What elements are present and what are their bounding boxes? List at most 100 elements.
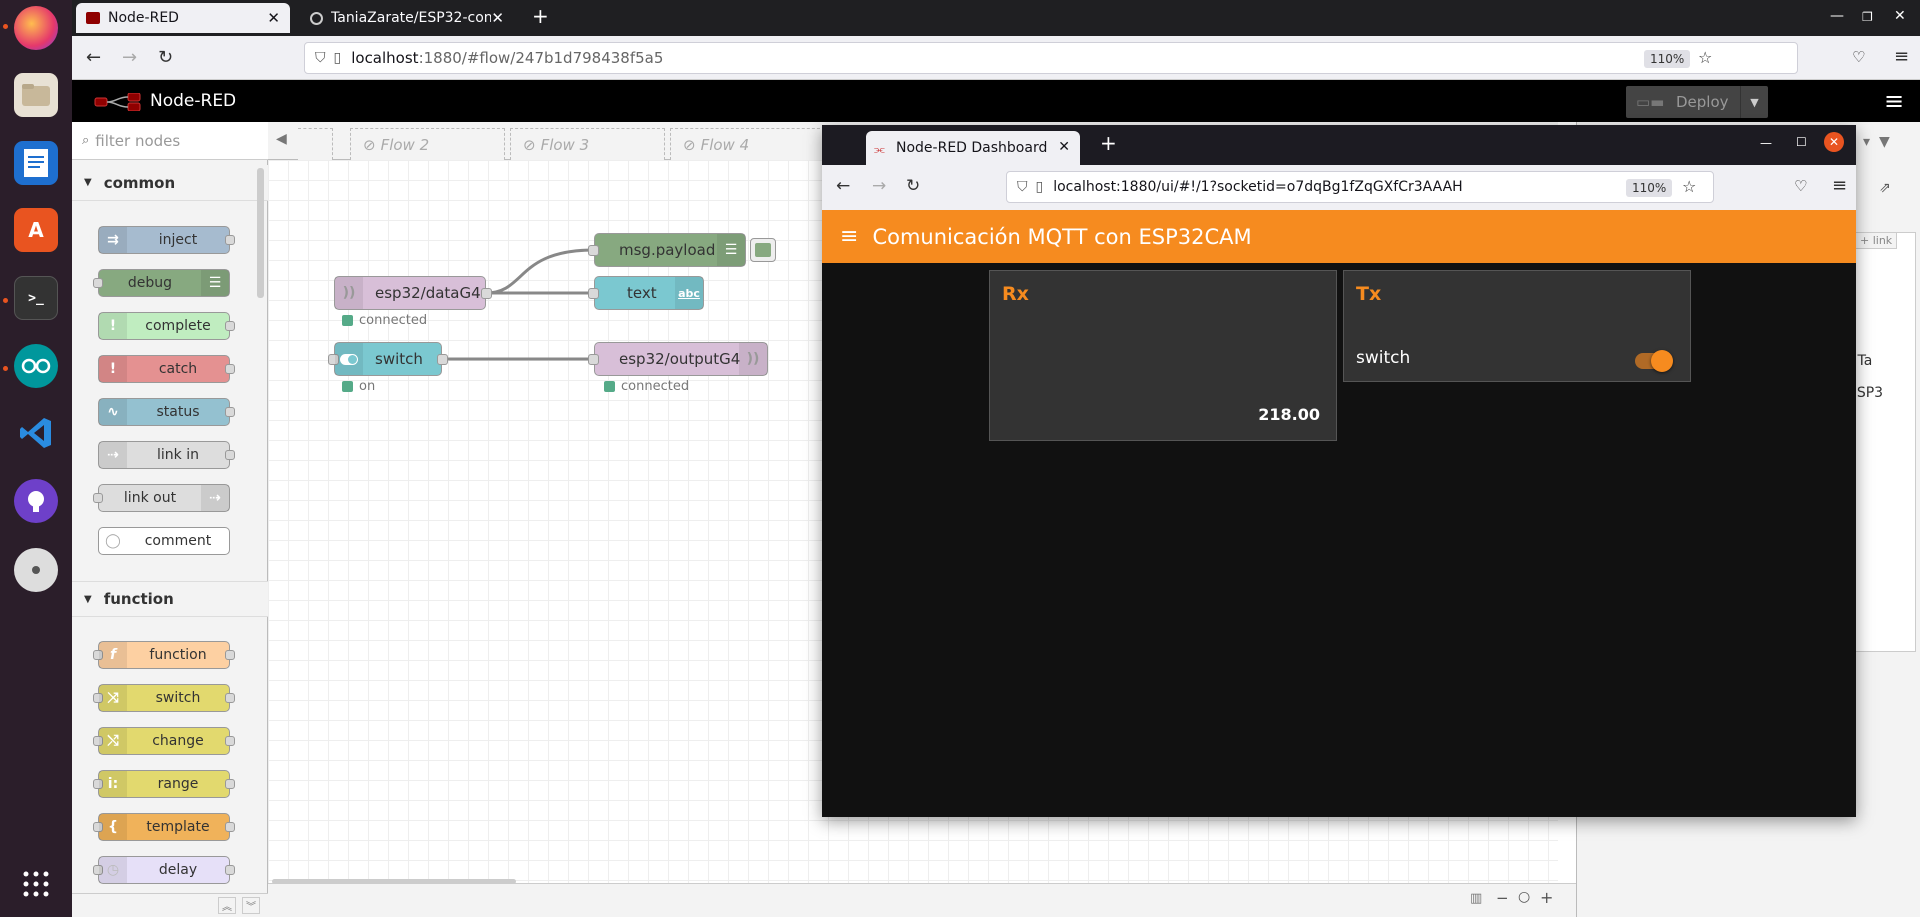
tab-hidden[interactable] — [298, 128, 333, 160]
disc-icon[interactable] — [14, 548, 58, 592]
external-link-icon[interactable]: ⇗ — [1879, 180, 1891, 196]
zoom-reset-icon[interactable]: ○ — [1518, 889, 1530, 905]
palette-node-link-out[interactable]: link out ⇢ — [93, 484, 230, 512]
url-bar[interactable]: ⛉ ▯ localhost:1880/#flow/247b1d798438f5a… — [304, 42, 1798, 74]
arduino-icon[interactable] — [14, 344, 58, 388]
minimize-icon[interactable]: — — [1830, 8, 1844, 24]
link-button[interactable]: + link — [1855, 232, 1898, 249]
input-port[interactable] — [93, 278, 103, 288]
libreoffice-writer-icon[interactable] — [14, 141, 58, 185]
software-center-icon[interactable]: A — [14, 208, 58, 252]
zoom-indicator[interactable]: 110% — [1626, 179, 1673, 197]
close-tab-icon[interactable]: ✕ — [1058, 139, 1070, 155]
zoom-indicator[interactable]: 110% — [1644, 50, 1691, 68]
back-icon[interactable]: ← — [836, 176, 850, 196]
tx-switch-toggle[interactable] — [1635, 350, 1673, 372]
back-icon[interactable]: ← — [86, 47, 101, 68]
input-port[interactable] — [93, 493, 103, 503]
sidebar-dropdown-icon[interactable]: ▾ — [1863, 134, 1870, 150]
output-port[interactable] — [225, 822, 235, 832]
palette-node-change[interactable]: ⤭ change — [93, 727, 235, 755]
deploy-button[interactable]: ▭▬ Deploy ▼ — [1626, 86, 1768, 118]
expand-all-icon[interactable]: ︾ — [242, 897, 260, 914]
input-port[interactable] — [588, 354, 599, 365]
output-port[interactable] — [225, 364, 235, 374]
input-port[interactable] — [588, 245, 599, 256]
output-port[interactable] — [225, 321, 235, 331]
tab-node-red-dashboard[interactable]: ⫘ Node-RED Dashboard ✕ — [866, 131, 1080, 165]
restore-icon[interactable]: ❐ — [1862, 10, 1873, 24]
close-window-icon[interactable]: ✕ — [1824, 132, 1844, 152]
bookmark-star-icon[interactable]: ☆ — [1682, 177, 1696, 196]
close-tab-icon[interactable]: ✕ — [491, 9, 504, 27]
output-port[interactable] — [225, 407, 235, 417]
palette-node-complete[interactable]: ! complete — [98, 312, 235, 340]
flow-tab-3[interactable]: ⊘ Flow 3 — [510, 128, 665, 160]
close-window-icon[interactable]: ✕ — [1894, 8, 1906, 24]
deploy-dropdown-icon[interactable]: ▼ — [1740, 86, 1768, 118]
github-icon[interactable] — [14, 479, 58, 523]
close-tab-icon[interactable]: ✕ — [267, 9, 280, 27]
output-port[interactable] — [225, 865, 235, 875]
collapse-all-icon[interactable]: ︽ — [218, 897, 236, 914]
input-port[interactable] — [588, 288, 599, 299]
palette-node-function[interactable]: f function — [93, 641, 235, 669]
terminal-icon[interactable]: >_ — [14, 276, 58, 320]
new-tab-icon[interactable]: + — [1100, 131, 1117, 155]
output-port[interactable] — [225, 650, 235, 660]
palette-node-switch[interactable]: ⤨ switch — [93, 684, 235, 712]
zoom-out-icon[interactable]: − — [1496, 889, 1509, 907]
palette-node-link-in[interactable]: ⇢ link in — [98, 441, 235, 469]
sidebar-menu-icon[interactable]: ▼ — [1879, 134, 1890, 150]
bookmark-star-icon[interactable]: ☆ — [1698, 48, 1712, 67]
navigator-icon[interactable]: ▥ — [1470, 891, 1482, 906]
dashboard-menu-icon[interactable]: ≡ — [840, 224, 858, 249]
flow-node-debug[interactable]: msg.payload ☰ — [588, 233, 746, 267]
reload-icon[interactable]: ↻ — [906, 176, 920, 196]
output-port[interactable] — [481, 288, 492, 299]
output-port[interactable] — [225, 235, 235, 245]
flow-node-text[interactable]: text abc — [588, 276, 704, 310]
maximize-icon[interactable]: ☐ — [1796, 135, 1807, 149]
scroll-left-icon[interactable]: ◀ — [276, 131, 287, 147]
palette-node-template[interactable]: { template — [93, 813, 235, 841]
output-port[interactable] — [225, 693, 235, 703]
tab-node-red[interactable]: Node-RED ✕ — [76, 3, 290, 33]
dashboard-url-bar[interactable]: ⛉ ▯ localhost:1880/ui/#!/1?socketid=o7dq… — [1006, 171, 1714, 203]
palette-scrollbar[interactable] — [257, 168, 264, 298]
flow-node-switch[interactable]: switch — [328, 342, 448, 376]
palette-node-inject[interactable]: ⇉ inject — [98, 226, 235, 254]
firefox-icon[interactable] — [14, 6, 58, 50]
flow-tab-4[interactable]: ⊘ Flow 4 — [670, 128, 825, 160]
reload-icon[interactable]: ↻ — [158, 47, 173, 68]
new-tab-icon[interactable]: + — [532, 4, 549, 28]
show-apps-icon[interactable] — [14, 862, 58, 906]
main-menu-icon[interactable]: ≡ — [1884, 87, 1904, 115]
files-icon[interactable] — [14, 73, 58, 117]
minimize-icon[interactable]: — — [1760, 136, 1772, 150]
forward-icon[interactable]: → — [872, 176, 886, 196]
zoom-in-icon[interactable]: + — [1540, 888, 1553, 907]
pocket-icon[interactable]: ♡ — [1852, 48, 1865, 66]
palette-node-catch[interactable]: ! catch — [98, 355, 235, 383]
debug-toggle-button[interactable] — [750, 238, 776, 262]
palette-node-range[interactable]: i: range — [93, 770, 235, 798]
palette-filter-input[interactable]: ⌕ filter nodes — [72, 122, 268, 160]
output-port[interactable] — [225, 450, 235, 460]
tab-github[interactable]: TaniaZarate/ESP32-con-M ✕ — [300, 3, 514, 33]
flow-tab-2[interactable]: ⊘ Flow 2 — [350, 128, 505, 160]
palette-category-common[interactable]: ▼ common — [72, 165, 268, 201]
vscode-icon[interactable] — [14, 411, 58, 455]
palette-node-comment[interactable]: ◯ comment — [98, 527, 230, 555]
forward-icon[interactable]: → — [122, 47, 137, 68]
hamburger-menu-icon[interactable]: ≡ — [1894, 46, 1909, 67]
palette-node-status[interactable]: ∿ status — [98, 398, 235, 426]
palette-node-debug[interactable]: debug ☰ — [93, 269, 230, 297]
output-port[interactable] — [225, 779, 235, 789]
palette-category-function[interactable]: ▼ function — [72, 581, 268, 617]
flow-node-mqtt-out[interactable]: esp32/outputG4 )) — [588, 342, 768, 376]
output-port[interactable] — [437, 354, 448, 365]
flow-node-mqtt-in[interactable]: )) esp32/dataG4 — [334, 276, 492, 310]
palette-node-delay[interactable]: ◷ delay — [93, 856, 235, 884]
hamburger-menu-icon[interactable]: ≡ — [1832, 175, 1847, 196]
